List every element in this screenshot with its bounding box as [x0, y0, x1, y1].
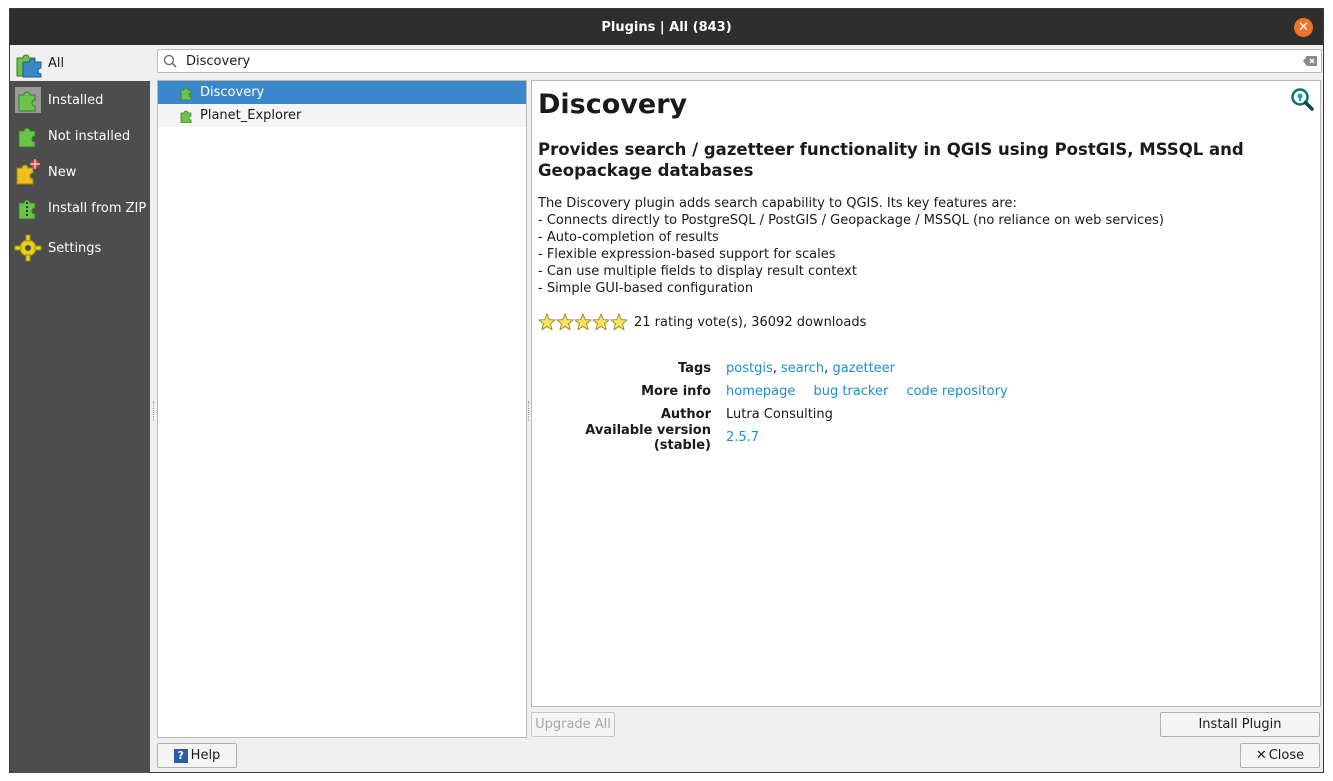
sidebar-item-label: Not installed	[48, 128, 131, 144]
puzzle-zip-icon	[13, 193, 43, 223]
sidebar-item-install-zip[interactable]: Install from ZIP	[10, 191, 150, 225]
version-label: Available version (stable)	[585, 422, 711, 453]
sidebar-item-not-installed[interactable]: Not installed	[10, 119, 150, 153]
sidebar-item-all[interactable]: All	[10, 45, 150, 81]
window-close-icon[interactable]: ✕	[1294, 18, 1313, 37]
plugin-icon	[180, 110, 192, 123]
sidebar-item-label: Installed	[48, 92, 104, 108]
plugin-list: Discovery Planet_Explorer	[157, 80, 527, 738]
plugin-icon	[180, 87, 192, 100]
help-button[interactable]: ? Help	[157, 743, 237, 768]
star-icon	[556, 313, 574, 331]
tag-link[interactable]: gazetteer	[832, 361, 895, 376]
title-bar: Plugins | All (843) ✕	[10, 9, 1323, 45]
description-line: - Simple GUI-based configuration	[538, 281, 754, 296]
close-button[interactable]: ✕ Close	[1240, 743, 1320, 768]
gear-icon	[13, 233, 43, 263]
help-icon: ?	[173, 748, 188, 763]
more-info-row: More info homepage bug tracker code repo…	[538, 380, 1022, 403]
more-info-label: More info	[641, 384, 711, 399]
sidebar-item-label: Settings	[48, 240, 102, 256]
sidebar-item-label: Install from ZIP	[48, 200, 147, 216]
rating: 21 rating vote(s), 36092 downloads	[538, 313, 866, 331]
sidebar-splitter-handle[interactable]	[153, 401, 156, 421]
bug-tracker-link[interactable]: bug tracker	[813, 384, 888, 399]
star-icon	[592, 313, 610, 331]
rating-stars	[538, 313, 628, 331]
sidebar-item-label: All	[48, 55, 65, 71]
puzzle-installed-icon	[13, 85, 43, 115]
author-label: Author	[660, 407, 711, 422]
star-icon	[574, 313, 592, 331]
puzzle-not-installed-icon	[13, 121, 43, 151]
plugin-description: The Discovery plugin adds search capabil…	[538, 195, 1164, 297]
search-value: Discovery	[186, 53, 251, 69]
list-item[interactable]: Planet_Explorer	[158, 104, 526, 127]
description-line: - Connects directly to PostgreSQL / Post…	[538, 213, 1164, 228]
puzzle-all-icon	[13, 48, 43, 78]
tags-label: Tags	[677, 361, 711, 376]
plugin-title: Discovery	[538, 89, 688, 120]
sidebar-item-settings[interactable]: Settings	[10, 231, 150, 265]
plugin-name: Planet_Explorer	[200, 108, 302, 123]
description-line: - Flexible expression-based support for …	[538, 247, 836, 262]
upgrade-all-button[interactable]: Upgrade All	[531, 712, 615, 737]
install-plugin-button[interactable]: Install Plugin	[1160, 712, 1320, 737]
rating-text: 21 rating vote(s), 36092 downloads	[634, 314, 867, 330]
plugin-name: Discovery	[200, 85, 265, 100]
tag-link[interactable]: postgis	[726, 361, 773, 376]
close-icon: ✕	[1255, 748, 1267, 763]
star-icon	[538, 313, 556, 331]
sidebar-item-label: New	[48, 164, 77, 180]
help-label: Help	[190, 748, 221, 763]
search-icon	[158, 50, 182, 72]
clear-search-icon[interactable]	[1299, 50, 1321, 72]
plugin-details: Discovery Provides search / gazetteer fu…	[531, 80, 1321, 707]
plugins-dialog: Plugins | All (843) ✕ All Installed Not …	[9, 8, 1324, 773]
plugin-subtitle: Provides search / gazetteer functionalit…	[538, 140, 1244, 180]
author-value: Lutra Consulting	[726, 407, 833, 422]
code-repository-link[interactable]: code repository	[906, 384, 1007, 399]
puzzle-new-icon	[13, 157, 43, 187]
plugin-logo-icon	[1291, 88, 1314, 111]
tags-row: Tags postgis, search, gazetteer	[538, 357, 1022, 380]
close-label: Close	[1268, 748, 1305, 763]
description-line: - Auto-completion of results	[538, 230, 719, 245]
homepage-link[interactable]: homepage	[726, 384, 795, 399]
search-input[interactable]: Discovery	[157, 49, 1322, 73]
version-link[interactable]: 2.5.7	[726, 430, 759, 445]
description-line: The Discovery plugin adds search capabil…	[538, 196, 1017, 211]
list-item[interactable]: Discovery	[158, 81, 526, 104]
window-title: Plugins | All (843)	[601, 19, 732, 35]
version-row: Available version (stable) 2.5.7	[538, 423, 1022, 453]
sidebar-item-new[interactable]: New	[10, 155, 150, 189]
tag-separator: ,	[772, 361, 781, 376]
description-line: - Can use multiple fields to display res…	[538, 264, 857, 279]
plugin-metadata: Tags postgis, search, gazetteer More inf…	[538, 357, 1022, 453]
star-icon	[610, 313, 628, 331]
sidebar: All Installed Not installed New Install …	[10, 45, 150, 773]
sidebar-item-installed[interactable]: Installed	[10, 83, 150, 117]
tag-link[interactable]: search	[781, 361, 824, 376]
